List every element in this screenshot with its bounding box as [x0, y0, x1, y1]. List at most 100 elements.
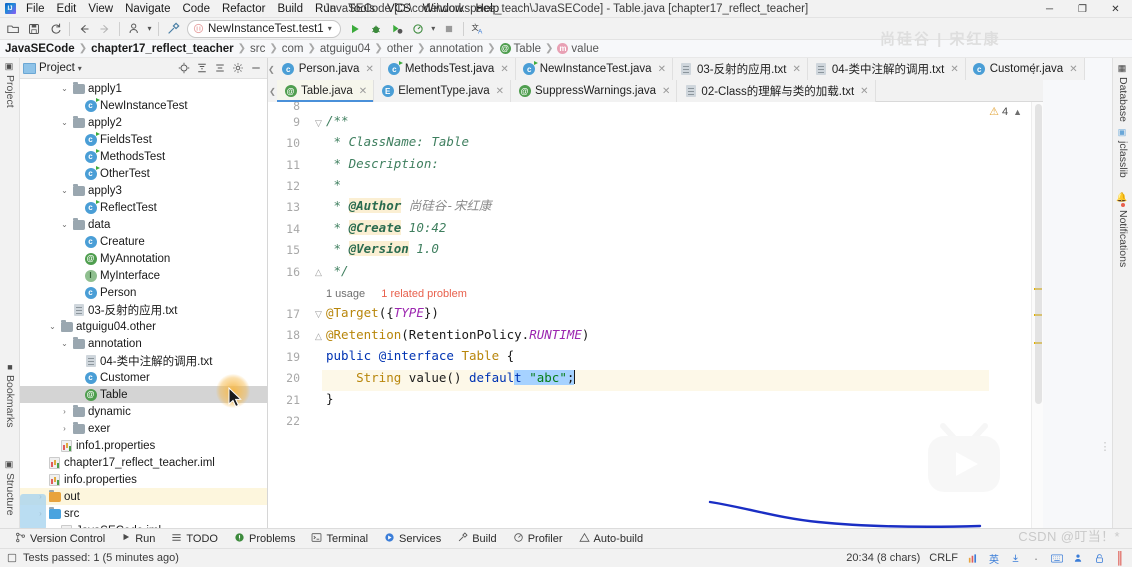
editor-tab[interactable]: c MethodsTest.java ✕ — [380, 58, 516, 80]
close-tab-icon[interactable]: ✕ — [500, 64, 508, 75]
build-hammer-icon[interactable] — [163, 19, 183, 38]
chevron-down-icon[interactable]: ⌄ — [60, 84, 69, 93]
breadcrumb-item-6[interactable]: annotation — [426, 43, 486, 55]
tool-window-problems[interactable]: Problems — [227, 530, 302, 548]
tabs-overflow-icon[interactable]: ⋮ — [1027, 61, 1041, 77]
gear-icon[interactable] — [229, 60, 246, 77]
editor-tab[interactable]: @ Table.java ✕ — [277, 80, 375, 102]
editor-tab[interactable]: 04-类中注解的调用.txt ✕ — [807, 58, 966, 80]
tool-window-build[interactable]: Build — [450, 530, 503, 548]
keyboard-icon[interactable] — [1051, 552, 1063, 564]
collapse-all-icon[interactable] — [211, 60, 228, 77]
close-tab-icon[interactable]: ✕ — [359, 86, 367, 97]
chevron-right-icon[interactable]: › — [60, 424, 69, 433]
expand-all-icon[interactable] — [193, 60, 210, 77]
menu-help[interactable]: Help — [470, 0, 506, 18]
breadcrumb-item-2[interactable]: src — [247, 43, 268, 55]
open-project-icon[interactable] — [3, 19, 23, 38]
tool-window-todo[interactable]: TODO — [164, 530, 225, 548]
tool-window-profiler[interactable]: Profiler — [506, 530, 570, 548]
sync-icon[interactable] — [45, 19, 65, 38]
dot-icon[interactable]: · — [1030, 551, 1042, 566]
tree-row[interactable]: c NewInstanceTest — [20, 97, 267, 114]
debug-button[interactable] — [366, 19, 386, 38]
breadcrumb-item-5[interactable]: other — [384, 43, 416, 55]
tree-row[interactable]: c FieldsTest — [20, 131, 267, 148]
navigate-back-icon[interactable] — [74, 19, 94, 38]
close-tab-icon[interactable]: ✕ — [658, 64, 666, 75]
tool-window-services[interactable]: Services — [377, 530, 448, 548]
close-tab-icon[interactable]: ✕ — [792, 64, 800, 75]
chevron-down-icon[interactable]: ⌄ — [48, 322, 57, 331]
tree-row[interactable]: 04-类中注解的调用.txt — [20, 352, 267, 369]
hide-panel-icon[interactable] — [247, 60, 264, 77]
breadcrumb-item-3[interactable]: com — [279, 43, 307, 55]
editor-gutter[interactable]: 8 9 10 11 12 13 14 15 16 17 18 19 20 21 … — [268, 102, 322, 538]
breadcrumb-item-4[interactable]: atguigu04 — [317, 43, 374, 55]
editor-tab[interactable]: 02-Class的理解与类的加载.txt ✕ — [677, 80, 876, 102]
breadcrumb-item-0[interactable]: JavaSECode — [2, 43, 78, 55]
close-tab-icon[interactable]: ✕ — [662, 86, 670, 97]
tool-window-terminal[interactable]: Terminal — [304, 530, 375, 548]
breadcrumb-item-7[interactable]: @ Table — [497, 43, 545, 55]
translate-icon[interactable]: 文A — [468, 19, 488, 38]
tool-window-run[interactable]: Run — [114, 530, 162, 548]
tab-scroll-left-icon[interactable]: ❮ — [268, 58, 275, 80]
editor-tab[interactable]: E ElementType.java ✕ — [374, 80, 511, 102]
chevron-down-icon-profile[interactable]: ▾ — [145, 19, 154, 38]
editor-vertical-scrollbar[interactable] — [1035, 104, 1042, 404]
user-icon[interactable] — [1072, 552, 1084, 564]
tree-row[interactable]: info.properties — [20, 471, 267, 488]
editor-tab[interactable]: 03-反射的应用.txt ✕ — [672, 58, 808, 80]
tree-row[interactable]: ⌄ atguigu04.other — [20, 318, 267, 335]
tree-row[interactable]: ⌄ data — [20, 216, 267, 233]
chevron-down-icon[interactable]: ⌄ — [60, 186, 69, 195]
lock-icon[interactable] — [1093, 552, 1105, 564]
close-tab-icon[interactable]: ✕ — [860, 86, 868, 97]
navigate-forward-icon[interactable] — [95, 19, 115, 38]
editor-tab[interactable]: @ SuppressWarnings.java ✕ — [511, 80, 678, 102]
menu-view[interactable]: View — [82, 0, 119, 18]
line-separator[interactable]: CRLF — [929, 552, 958, 564]
menu-file[interactable]: File — [20, 0, 51, 18]
run-button[interactable] — [345, 19, 365, 38]
tree-row[interactable]: ›src — [20, 505, 267, 522]
editor-split-handle[interactable]: ⋮ — [1100, 435, 1111, 457]
locate-icon[interactable] — [175, 60, 192, 77]
editor-tab[interactable]: c NewInstanceTest.java ✕ — [515, 58, 673, 80]
menu-run[interactable]: Run — [309, 0, 342, 18]
profile-user-icon[interactable] — [124, 19, 144, 38]
download-icon[interactable] — [1009, 552, 1021, 564]
chevron-down-icon-runconfig[interactable]: ▾ — [328, 24, 332, 33]
tool-window-version-control[interactable]: Version Control — [8, 530, 112, 548]
maximize-button[interactable]: ❐ — [1066, 0, 1099, 18]
tree-row[interactable]: c ReflectTest — [20, 199, 267, 216]
close-tab-icon[interactable]: ✕ — [496, 86, 504, 97]
tab-scroll-left-icon-2[interactable]: ❮ — [268, 80, 277, 102]
chevron-down-icon[interactable]: ⌄ — [60, 339, 69, 348]
sidebar-item-jclasslib[interactable]: ▣ jclasslib — [1113, 124, 1132, 182]
caret-position[interactable]: 20:34 (8 chars) — [846, 552, 920, 564]
breadcrumb-item-8[interactable]: m value — [554, 43, 602, 55]
tree-row[interactable]: ⌄ annotation — [20, 335, 267, 352]
menu-tools[interactable]: Tools — [342, 0, 381, 18]
run-with-coverage-button[interactable] — [387, 19, 407, 38]
tree-row[interactable]: I MyInterface — [20, 267, 267, 284]
sidebar-item-project[interactable]: ▣ Project — [0, 58, 20, 112]
sidebar-item-structure[interactable]: ▣ Structure — [0, 456, 20, 520]
tree-row[interactable]: ⌄ apply3 — [20, 182, 267, 199]
sidebar-item-database[interactable]: ▦ Database — [1113, 60, 1132, 126]
menu-vcs[interactable]: VCS — [381, 0, 417, 18]
sidebar-item-notifications[interactable]: 🔔 Notifications — [1113, 188, 1132, 271]
code-editor[interactable]: 8 9 10 11 12 13 14 15 16 17 18 19 20 21 … — [268, 102, 1043, 538]
prev-problem-icon[interactable]: ▲ — [1011, 107, 1024, 117]
minimize-button[interactable]: ─ — [1033, 0, 1066, 18]
tree-row[interactable]: c MethodsTest — [20, 148, 267, 165]
close-tab-icon[interactable]: ✕ — [365, 64, 373, 75]
tree-row[interactable]: info1.properties — [20, 437, 267, 454]
tool-window-auto-build[interactable]: Auto-build — [572, 530, 651, 548]
menu-navigate[interactable]: Navigate — [119, 0, 176, 18]
chevron-right-icon[interactable]: › — [60, 407, 69, 416]
menu-refactor[interactable]: Refactor — [216, 0, 271, 18]
tree-row[interactable]: chapter17_reflect_teacher.iml — [20, 454, 267, 471]
